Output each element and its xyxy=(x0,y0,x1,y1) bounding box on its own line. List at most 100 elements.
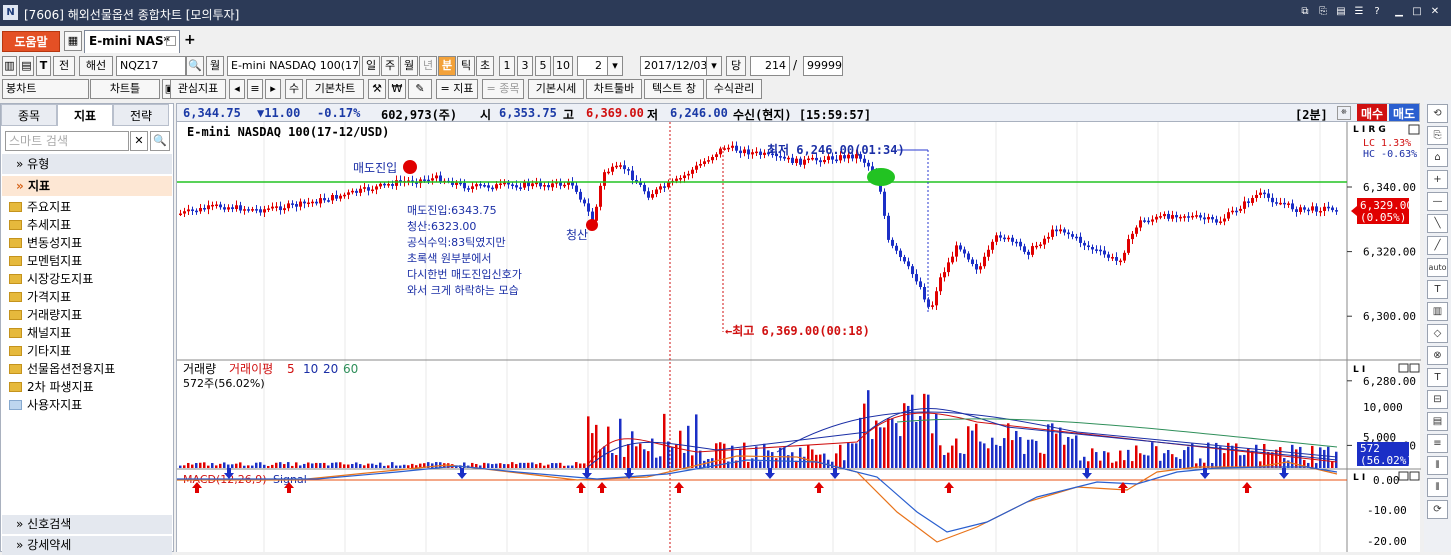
text-tool-icon[interactable]: T xyxy=(1427,280,1448,299)
total-input[interactable]: 99999 xyxy=(803,56,843,76)
maximize-icon[interactable]: □ xyxy=(1410,5,1424,19)
folder-item[interactable]: 모멘텀지표 xyxy=(9,252,82,270)
chevron-down-icon[interactable]: ▾ xyxy=(607,56,623,76)
interval-3-button[interactable]: 3 xyxy=(517,56,533,76)
section-signal-search[interactable]: » 신호검색 xyxy=(2,515,172,534)
folder-item[interactable]: 거래량지표 xyxy=(9,306,82,324)
rotate-icon[interactable]: ⟳ xyxy=(1427,500,1448,519)
folder-item[interactable]: 시장강도지표 xyxy=(9,270,93,288)
panel-maximize-icon[interactable] xyxy=(1408,124,1420,135)
code-input[interactable]: NQZ17 xyxy=(116,56,186,76)
formula-manage-button[interactable]: 수식관리 xyxy=(706,79,762,99)
interval-5-button[interactable]: 5 xyxy=(535,56,551,76)
section-type[interactable]: » 유형 xyxy=(2,154,172,174)
dang-button[interactable]: 당 xyxy=(726,56,746,76)
vol-minimize-icon[interactable] xyxy=(1398,363,1409,373)
eq-index-button[interactable]: = 지표 xyxy=(436,79,478,99)
macd-minimize-icon[interactable] xyxy=(1398,471,1409,481)
chart-toolbar-button[interactable]: 차트툴바 xyxy=(586,79,642,99)
folder-item[interactable]: 2차 파생지표 xyxy=(9,378,94,396)
period-day-button[interactable]: 일 xyxy=(362,56,380,76)
search-icon[interactable]: 🔍 xyxy=(186,56,204,76)
product-name-field[interactable]: E-mini NASDAQ 100(17- xyxy=(227,56,360,76)
clear-icon[interactable]: ✕ xyxy=(130,131,148,151)
tab-jeonryak[interactable]: 전략 xyxy=(113,104,169,126)
section-index[interactable]: » 지표 xyxy=(2,176,172,196)
minimize-icon[interactable]: ▁ xyxy=(1392,5,1406,19)
hline-icon[interactable]: — xyxy=(1427,192,1448,211)
help-button[interactable]: 도움말 xyxy=(2,31,60,52)
chart-area[interactable]: E-mini NASDAQ 100(17-12/USD) 매도진입 청산 최저 … xyxy=(176,122,1421,552)
macd-maximize-icon[interactable] xyxy=(1409,471,1420,481)
period-year-button[interactable]: 년 xyxy=(419,56,437,76)
jeon-button[interactable]: 전 xyxy=(53,56,75,76)
text-window-button[interactable]: 텍스트 창 xyxy=(644,79,704,99)
folder-item[interactable]: 채널지표 xyxy=(9,324,71,342)
wrench-icon[interactable]: ✎ xyxy=(408,79,432,99)
line-icon[interactable]: ╱ xyxy=(1427,236,1448,255)
tool-icon[interactable]: ⚒ xyxy=(368,79,386,99)
won-button[interactable]: ₩ xyxy=(388,79,406,99)
chart-svg[interactable]: E-mini NASDAQ 100(17-12/USD) 매도진입 청산 최저 … xyxy=(177,122,1421,552)
sell-button[interactable]: 매도 xyxy=(1389,104,1419,121)
refresh-icon[interactable]: ⟲ xyxy=(1427,104,1448,123)
gear-icon[interactable]: ❊ xyxy=(1337,106,1351,120)
diamond-icon[interactable]: ◇ xyxy=(1427,324,1448,343)
crosshair-icon[interactable]: + xyxy=(1427,170,1448,189)
tab-close-icon[interactable] xyxy=(166,36,176,46)
section-strength[interactable]: » 강세약세 xyxy=(2,536,172,555)
add-tab-button[interactable]: + xyxy=(184,32,196,48)
search-icon-left[interactable]: 🔍 xyxy=(150,131,170,151)
grid-tool-icon[interactable]: ⦀ xyxy=(1427,456,1448,475)
fib-icon[interactable]: ≡ xyxy=(1427,434,1448,453)
left-arrow-icon[interactable]: ◂ xyxy=(229,79,245,99)
tab-jongmok[interactable]: 종목 xyxy=(1,104,57,126)
layout2-icon[interactable]: ▤ xyxy=(19,56,34,76)
folder-item[interactable]: 가격지표 xyxy=(9,288,71,306)
su-button[interactable]: 수 xyxy=(285,79,303,99)
interval-1-button[interactable]: 1 xyxy=(499,56,515,76)
vol-maximize-icon[interactable] xyxy=(1409,363,1420,373)
haeseon-button[interactable]: 해선 xyxy=(79,56,113,76)
bongchart-select[interactable]: 봉차트 xyxy=(2,79,89,99)
period-month-button[interactable]: 월 xyxy=(400,56,418,76)
tab-emini-nas[interactable]: E-mini NAS* xyxy=(84,30,180,53)
list-icon[interactable]: ▤ xyxy=(1427,412,1448,431)
right-arrow-icon[interactable]: ▸ xyxy=(265,79,281,99)
trendline-icon[interactable]: ╲ xyxy=(1427,214,1448,233)
basic-price-button[interactable]: 기본시세 xyxy=(528,79,584,99)
text-icon[interactable]: T xyxy=(36,56,51,76)
channel-icon[interactable]: ⦀ xyxy=(1427,478,1448,497)
eq-jongmok-button[interactable]: = 종목 xyxy=(482,79,524,99)
home-icon[interactable]: ⌂ xyxy=(1427,148,1448,167)
folder-item[interactable]: 기타지표 xyxy=(9,342,71,360)
count-input[interactable]: 214 xyxy=(750,56,790,76)
date-dropdown-icon[interactable]: ▾ xyxy=(706,56,722,76)
layout-icon[interactable]: ▥ xyxy=(2,56,17,76)
print-icon[interactable]: ▤ xyxy=(1334,5,1348,19)
folder-item[interactable]: 주요지표 xyxy=(9,198,71,216)
target-icon[interactable]: ⊗ xyxy=(1427,346,1448,365)
smart-search-input[interactable]: 스마트 검색 xyxy=(5,131,129,151)
interval-10-button[interactable]: 10 xyxy=(553,56,573,76)
period-tick-button[interactable]: 틱 xyxy=(457,56,475,76)
link-icon[interactable]: ⧉ xyxy=(1298,5,1312,19)
close-icon[interactable]: ✕ xyxy=(1428,5,1442,19)
settings-icon[interactable]: ☰ xyxy=(1352,5,1366,19)
bars-icon[interactable]: ▥ xyxy=(1427,302,1448,321)
buy-button[interactable]: 매수 xyxy=(1357,104,1387,121)
list-icon[interactable]: ≡ xyxy=(247,79,263,99)
folder-item[interactable]: 변동성지표 xyxy=(9,234,82,252)
tab-jipyo[interactable]: 지표 xyxy=(57,104,113,126)
help-icon[interactable]: ? xyxy=(1370,5,1384,19)
folder-item[interactable]: 선물옵션전용지표 xyxy=(9,360,115,378)
period-minute-button[interactable]: 분 xyxy=(438,56,456,76)
wol-button[interactable]: 월 xyxy=(206,56,224,76)
charttool-button[interactable]: 차트틀 xyxy=(90,79,160,99)
period-week-button[interactable]: 주 xyxy=(381,56,399,76)
copy-icon[interactable]: ⎘ xyxy=(1316,5,1330,19)
interest-index-button[interactable]: 관심지표 xyxy=(170,79,226,99)
basic-chart-button[interactable]: 기본차트 xyxy=(306,79,364,99)
screen-icon[interactable]: ▦ xyxy=(64,31,82,51)
folder-item[interactable]: 사용자지표 xyxy=(9,396,82,414)
